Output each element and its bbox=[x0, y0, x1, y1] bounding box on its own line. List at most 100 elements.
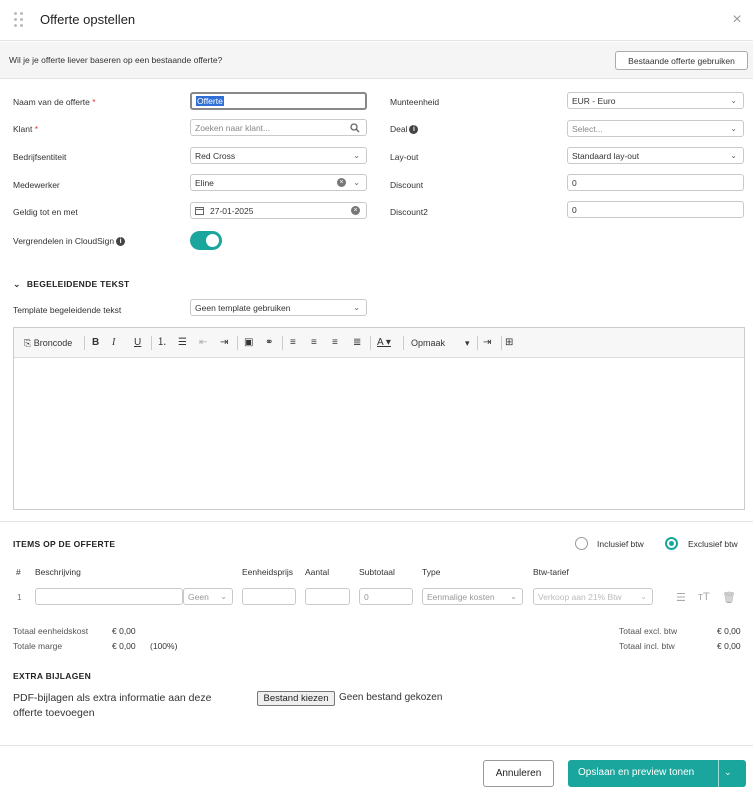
base-offer-bar: Wil je je offerte liever baseren op een … bbox=[0, 42, 753, 79]
no-file-chosen-text: Geen bestand gekozen bbox=[339, 692, 443, 703]
name-input[interactable]: Offerte bbox=[190, 92, 367, 110]
template-label: Template begeleidende tekst bbox=[13, 305, 122, 315]
info-icon: i bbox=[116, 237, 126, 247]
type-select[interactable]: Eenmalige kosten ⌄ bbox=[422, 588, 523, 605]
description-input[interactable] bbox=[35, 588, 183, 605]
col-description: Beschrijving bbox=[35, 567, 81, 577]
align-left-icon[interactable]: ≡ bbox=[290, 337, 296, 349]
col-type: Type bbox=[422, 567, 441, 577]
employee-select[interactable]: Eline × ⌄ bbox=[190, 174, 367, 191]
excl-total-label: Totaal excl. btw bbox=[619, 626, 678, 636]
discount-label: Discount bbox=[390, 180, 424, 190]
chevron-down-icon: ⌄ bbox=[220, 592, 227, 601]
unit-select[interactable]: Geen ⌄ bbox=[183, 588, 233, 605]
valid-until-label: Geldig tot en met bbox=[13, 207, 78, 217]
attachments-heading: EXTRA BIJLAGEN bbox=[13, 671, 92, 681]
description-icon[interactable]: ☰ bbox=[676, 591, 686, 604]
align-center-icon[interactable]: ≡ bbox=[311, 337, 317, 349]
entity-select[interactable]: Red Cross ⌄ bbox=[190, 147, 367, 164]
dialog-header: Offerte opstellen × bbox=[0, 0, 753, 41]
source-code-button[interactable]: ⎘ Broncode bbox=[24, 337, 72, 349]
outdent-icon[interactable]: ⇤ bbox=[199, 337, 207, 349]
incl-total-label: Totaal incl. btw bbox=[619, 641, 675, 651]
link-icon[interactable]: ⚭ bbox=[265, 337, 273, 349]
format-select[interactable]: Opmaak ▾ bbox=[411, 337, 470, 349]
editor-toolbar: ⎘ Broncode B I U ⒈ ☰ ⇤ ⇥ ▣ ⚭ ≡ ≡ ≡ ≣ A ▾… bbox=[14, 328, 744, 358]
deal-label: Deal i bbox=[390, 124, 419, 135]
justify-icon[interactable]: ≣ bbox=[353, 337, 361, 349]
incl-vat-radio[interactable] bbox=[575, 537, 588, 550]
margin-percentage: (100%) bbox=[150, 641, 178, 651]
chevron-down-icon: ⌄ bbox=[510, 592, 517, 601]
rich-text-editor: ⎘ Broncode B I U ⒈ ☰ ⇤ ⇥ ▣ ⚭ ≡ ≡ ≡ ≣ A ▾… bbox=[13, 327, 745, 510]
vat-select[interactable]: Verkoop aan 21% Btw ⌄ bbox=[533, 588, 653, 605]
margin-total-label: Totale marge bbox=[13, 641, 63, 651]
excl-vat-radio[interactable] bbox=[665, 537, 678, 550]
accompanying-text-section-toggle[interactable]: ⌄ BEGELEIDENDE TEKST bbox=[13, 279, 130, 290]
subtotal-input[interactable]: 0 bbox=[359, 588, 413, 605]
quantity-input[interactable] bbox=[305, 588, 350, 605]
clear-icon[interactable]: × bbox=[351, 206, 360, 215]
template-select[interactable]: Geen template gebruiken ⌄ bbox=[190, 299, 367, 316]
clear-icon[interactable]: × bbox=[337, 178, 346, 187]
incl-vat-label: Inclusief btw bbox=[597, 539, 644, 549]
col-subtotal: Subtotaal bbox=[359, 567, 395, 577]
cloudsign-lock-toggle[interactable] bbox=[190, 231, 222, 250]
table-icon[interactable]: ⊞ bbox=[505, 337, 513, 349]
ordered-list-icon[interactable]: ⒈ bbox=[157, 337, 167, 349]
align-right-icon[interactable]: ≡ bbox=[332, 337, 338, 349]
indent-icon[interactable]: ⇥ bbox=[220, 337, 228, 349]
underline-icon[interactable]: U bbox=[134, 337, 141, 349]
calendar-icon bbox=[195, 207, 204, 215]
dialog-title: Offerte opstellen bbox=[40, 12, 136, 27]
italic-icon[interactable]: I bbox=[112, 337, 115, 349]
chevron-down-icon: ⌄ bbox=[353, 303, 360, 312]
indent-block-icon[interactable]: ⇥ bbox=[483, 337, 491, 349]
save-and-preview-button[interactable]: Opslaan en preview tonen ⌄ bbox=[568, 760, 746, 787]
chevron-down-icon: ⌄ bbox=[353, 151, 360, 160]
valid-until-date-input[interactable]: 27-01-2025 × bbox=[190, 202, 367, 219]
deal-select[interactable]: Select... ⌄ bbox=[567, 120, 744, 137]
unit-cost-total-label: Totaal eenheidskost bbox=[13, 626, 89, 636]
unit-cost-total-value: € 0,00 bbox=[112, 626, 136, 636]
text-color-icon[interactable]: A ▾ bbox=[377, 337, 391, 349]
cloudsign-lock-label: Vergrendelen in CloudSign i bbox=[13, 236, 126, 247]
chevron-down-icon[interactable]: ⌄ bbox=[724, 767, 732, 778]
discount-input[interactable]: 0 bbox=[567, 174, 744, 191]
cancel-button[interactable]: Annuleren bbox=[483, 760, 554, 787]
currency-select[interactable]: EUR - Euro ⌄ bbox=[567, 92, 744, 109]
employee-label: Medewerker bbox=[13, 180, 60, 190]
chevron-down-icon: ⌄ bbox=[13, 279, 21, 289]
entity-label: Bedrijfsentiteit bbox=[13, 152, 67, 162]
bullet-list-icon[interactable]: ☰ bbox=[178, 337, 187, 349]
attachments-description: PDF-bijlagen als extra informatie aan de… bbox=[13, 692, 212, 719]
chevron-down-icon: ⌄ bbox=[640, 592, 647, 601]
text-size-icon[interactable]: ᴛT bbox=[698, 591, 710, 603]
search-icon bbox=[350, 123, 360, 133]
excl-total-value: € 0,00 bbox=[717, 626, 741, 636]
client-search-input[interactable]: Zoeken naar klant... bbox=[190, 119, 367, 136]
chevron-down-icon: ⌄ bbox=[353, 178, 360, 187]
chevron-down-icon: ⌄ bbox=[730, 151, 737, 160]
client-label: Klant * bbox=[13, 124, 39, 134]
name-label: Naam van de offerte * bbox=[13, 97, 96, 107]
row-index: 1 bbox=[17, 592, 22, 602]
use-existing-offer-button[interactable]: Bestaande offerte gebruiken bbox=[615, 51, 748, 70]
margin-total-value: € 0,00 bbox=[112, 641, 136, 651]
info-icon: i bbox=[409, 125, 419, 135]
drag-handle-icon[interactable] bbox=[14, 12, 24, 28]
discount2-input[interactable]: 0 bbox=[567, 201, 744, 218]
layout-select[interactable]: Standaard lay-out ⌄ bbox=[567, 147, 744, 164]
col-vat: Btw-tarief bbox=[533, 567, 569, 577]
chevron-down-icon: ⌄ bbox=[730, 124, 737, 133]
unit-price-input[interactable] bbox=[242, 588, 296, 605]
image-icon[interactable]: ▣ bbox=[244, 337, 253, 349]
editor-body[interactable] bbox=[14, 359, 744, 509]
close-icon[interactable]: × bbox=[728, 11, 746, 29]
choose-file-button[interactable]: Bestand kiezen bbox=[257, 691, 335, 706]
bold-icon[interactable]: B bbox=[92, 337, 99, 349]
trash-icon[interactable]: 🗑 bbox=[722, 591, 736, 604]
excl-vat-label: Exclusief btw bbox=[688, 539, 738, 549]
base-offer-question: Wil je je offerte liever baseren op een … bbox=[9, 55, 223, 65]
col-index: # bbox=[16, 567, 21, 577]
